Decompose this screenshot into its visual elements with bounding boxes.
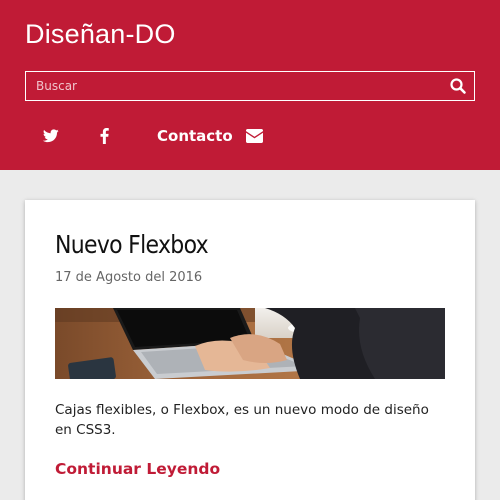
nav-twitter-link[interactable] — [43, 118, 63, 154]
search-input[interactable] — [26, 72, 436, 100]
nav-contact-link[interactable]: Contacto — [157, 118, 263, 154]
search-box — [25, 71, 475, 101]
post-excerpt: Cajas flexibles, o Flexbox, es un nuevo … — [55, 402, 429, 438]
post-card: Nuevo Flexbox 17 de Agosto del 2016 Caja… — [25, 200, 475, 500]
main-nav: Contacto — [0, 118, 500, 154]
envelope-icon — [245, 129, 263, 143]
post-title[interactable]: Nuevo Flexbox — [55, 230, 209, 259]
site-header: Diseñan-DO Contacto — [0, 0, 500, 170]
facebook-icon — [100, 128, 109, 144]
search-icon[interactable] — [449, 77, 467, 95]
read-more-link[interactable]: Continuar Leyendo — [55, 460, 220, 478]
post-image — [55, 308, 445, 379]
nav-facebook-link[interactable] — [100, 118, 120, 154]
nav-contact-label: Contacto — [157, 127, 233, 145]
laptop-photo — [55, 308, 445, 379]
twitter-icon — [43, 129, 59, 143]
post-date: 17 de Agosto del 2016 — [55, 270, 203, 285]
site-title[interactable]: Diseñan-DO — [25, 19, 176, 50]
